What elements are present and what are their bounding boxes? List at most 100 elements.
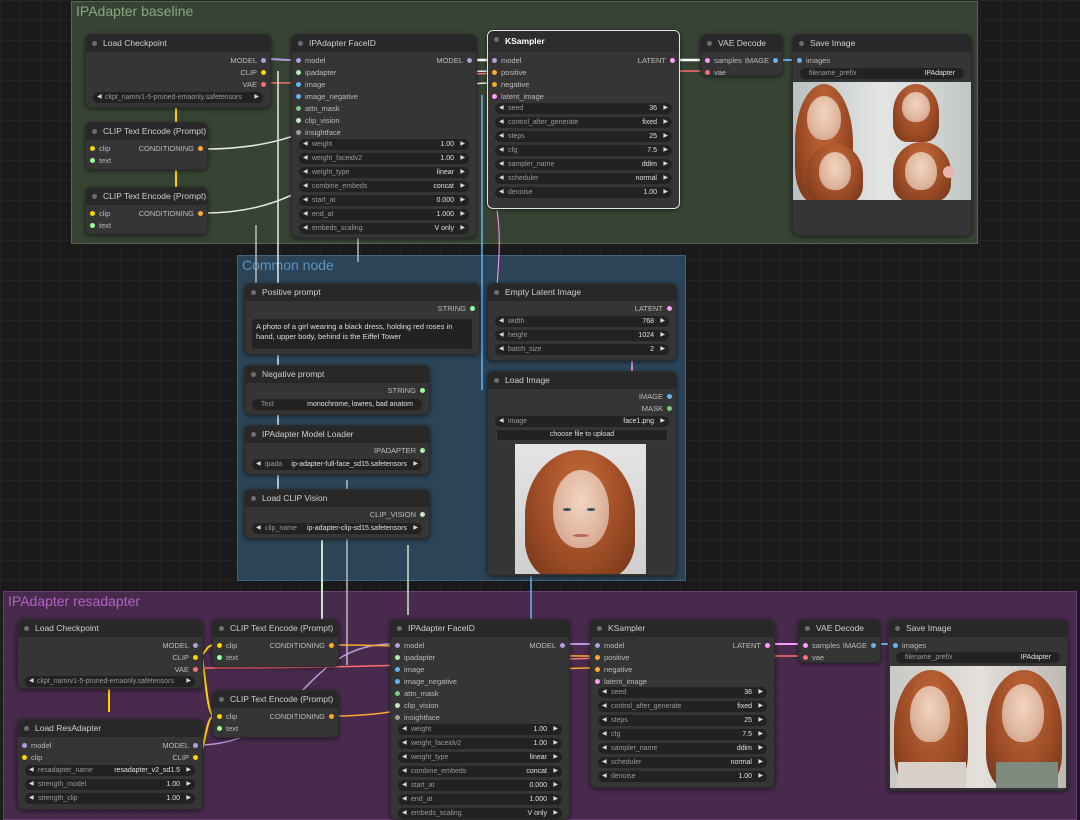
ipadapter-file-widget[interactable]: ◀ ipada ip-adapter-full-face_sd15.safetens… <box>252 459 422 470</box>
model-slot-icon[interactable] <box>560 642 565 648</box>
node-title[interactable]: CLIP Text Encode (Prompt) <box>86 123 207 140</box>
latent-slot-icon[interactable] <box>595 678 600 684</box>
widget-control-after-generate[interactable]: ◀ control_after_generate fixed ▶ <box>598 701 767 712</box>
input-text[interactable]: text <box>90 155 111 167</box>
input-insightface[interactable]: insightface <box>296 127 341 139</box>
input-insightface[interactable]: insightface <box>395 712 440 724</box>
arrow-right-icon[interactable]: ▶ <box>663 117 668 128</box>
node-ksampler[interactable]: KSampler model positive negative latent_… <box>590 619 775 788</box>
arrow-right-icon[interactable]: ▶ <box>254 92 259 103</box>
latent-slot-icon[interactable] <box>803 642 808 648</box>
image-slot-icon[interactable] <box>296 93 301 99</box>
input-clip[interactable]: clip <box>217 640 237 652</box>
mask-slot-icon[interactable] <box>296 105 301 111</box>
arrow-right-icon[interactable]: ▶ <box>663 145 668 156</box>
widget-weight-faceidv2[interactable]: ◀ weight_faceidv2 1.00 ▶ <box>398 738 562 749</box>
arrow-left-icon[interactable]: ◀ <box>602 701 607 712</box>
clip-name-widget[interactable]: ◀ clip_name ip-adapter-clip-sd15.safetenso… <box>252 523 422 534</box>
arrow-left-icon[interactable]: ◀ <box>303 209 308 220</box>
model-slot-icon[interactable] <box>193 642 198 648</box>
arrow-left-icon[interactable]: ◀ <box>256 523 261 534</box>
input-text[interactable]: text <box>217 652 238 664</box>
ckpt-name-widget[interactable]: ◀ ckpt_namrv1-5-pruned-emaonly.safetensor… <box>93 92 263 103</box>
vae-slot-icon[interactable] <box>261 81 266 87</box>
arrow-right-icon[interactable]: ▶ <box>758 771 763 782</box>
widget-weight[interactable]: ◀ weight 1.00 ▶ <box>398 724 562 735</box>
widget-strength-model[interactable]: ◀ strength_model 1.00 ▶ <box>25 779 195 790</box>
output-model[interactable]: MODEL <box>162 740 198 752</box>
arrow-right-icon[interactable]: ▶ <box>758 701 763 712</box>
arrow-left-icon[interactable]: ◀ <box>499 145 504 156</box>
arrow-left-icon[interactable]: ◀ <box>402 724 407 735</box>
model-slot-icon[interactable] <box>193 742 198 748</box>
arrow-right-icon[interactable]: ▶ <box>553 794 558 805</box>
arrow-left-icon[interactable]: ◀ <box>303 153 308 164</box>
arrow-right-icon[interactable]: ▶ <box>413 459 418 470</box>
input-ipadapter[interactable]: ipadapter <box>296 67 336 79</box>
image-slot-icon[interactable] <box>667 393 672 399</box>
clip-slot-icon[interactable] <box>217 713 222 719</box>
input-attn-mask[interactable]: attn_mask <box>296 103 340 115</box>
conditioning-slot-icon[interactable] <box>198 145 203 151</box>
arrow-left-icon[interactable]: ◀ <box>303 167 308 178</box>
widget-denoise[interactable]: ◀ denoise 1.00 ▶ <box>495 187 672 198</box>
mask-slot-icon[interactable] <box>395 690 400 696</box>
arrow-left-icon[interactable]: ◀ <box>402 794 407 805</box>
node-vae-decode[interactable]: VAE Decode samples vae IMAGE <box>700 34 783 76</box>
arrow-right-icon[interactable]: ▶ <box>660 316 665 327</box>
insightface-slot-icon[interactable] <box>296 129 301 135</box>
arrow-right-icon[interactable]: ▶ <box>553 808 558 819</box>
widget-embeds-scaling[interactable]: ◀ embeds_scaling V only ▶ <box>299 223 469 234</box>
arrow-right-icon[interactable]: ▶ <box>186 765 191 776</box>
input-clip-vision[interactable]: clip_vision <box>395 700 439 712</box>
arrow-right-icon[interactable]: ▶ <box>553 738 558 749</box>
string-slot-icon[interactable] <box>470 305 475 311</box>
arrow-left-icon[interactable]: ◀ <box>29 779 34 790</box>
input-samples[interactable]: samples <box>803 640 840 652</box>
node-clip-text-encode[interactable]: CLIP Text Encode (Prompt) clip text COND… <box>212 619 339 667</box>
input-clip[interactable]: clip <box>90 143 110 155</box>
arrow-left-icon[interactable]: ◀ <box>499 187 504 198</box>
node-title[interactable]: Load ResAdapter <box>18 720 202 737</box>
text-slot-icon[interactable] <box>217 654 222 660</box>
model-slot-icon[interactable] <box>467 57 472 63</box>
node-clip-text-encode[interactable]: CLIP Text Encode (Prompt) clip text COND… <box>85 122 208 170</box>
arrow-left-icon[interactable]: ◀ <box>303 139 308 150</box>
output-clip[interactable]: CLIP <box>172 652 198 664</box>
conditioning-slot-icon[interactable] <box>595 666 600 672</box>
arrow-right-icon[interactable]: ▶ <box>460 209 465 220</box>
latent-slot-icon[interactable] <box>765 642 770 648</box>
arrow-right-icon[interactable]: ▶ <box>553 752 558 763</box>
node-title[interactable]: Load Checkpoint <box>18 620 202 637</box>
output-model[interactable]: MODEL <box>230 55 266 67</box>
node-title[interactable]: VAE Decode <box>799 620 880 637</box>
arrow-left-icon[interactable]: ◀ <box>402 752 407 763</box>
input-model[interactable]: model <box>22 740 51 752</box>
widget-cfg[interactable]: ◀ cfg 7.5 ▶ <box>495 145 672 156</box>
widget-cfg[interactable]: ◀ cfg 7.5 ▶ <box>598 729 767 740</box>
arrow-right-icon[interactable]: ▶ <box>460 223 465 234</box>
node-positive-prompt[interactable]: Positive prompt STRING A photo of a girl… <box>244 283 480 355</box>
ckpt-name-widget[interactable]: ◀ ckpt_namrv1-5-pruned-emaonly.safetensor… <box>25 676 195 687</box>
node-title[interactable]: VAE Decode <box>701 35 782 52</box>
clip-vision-slot-icon[interactable] <box>296 117 301 123</box>
widget-seed[interactable]: ◀ seed 36 ▶ <box>598 687 767 698</box>
conditioning-slot-icon[interactable] <box>492 69 497 75</box>
input-clip[interactable]: clip <box>22 752 42 764</box>
filename-prefix-widget[interactable]: filename_prefix IPAdapter <box>800 68 964 79</box>
input-text[interactable]: text <box>90 220 111 232</box>
widget-control-after-generate[interactable]: ◀ control_after_generate fixed ▶ <box>495 117 672 128</box>
model-slot-icon[interactable] <box>296 57 301 63</box>
node-title[interactable]: Save Image <box>793 35 971 52</box>
node-empty-latent-image[interactable]: Empty Latent Image LATENT ◀ width 768 ▶ ◀ he… <box>487 283 677 361</box>
arrow-left-icon[interactable]: ◀ <box>499 103 504 114</box>
text-slot-icon[interactable] <box>90 157 95 163</box>
output-latent[interactable]: LATENT <box>733 640 770 652</box>
arrow-right-icon[interactable]: ▶ <box>663 103 668 114</box>
widget-strength-clip[interactable]: ◀ strength_clip 1.00 ▶ <box>25 793 195 804</box>
output-image-preview[interactable] <box>793 82 971 200</box>
clip-slot-icon[interactable] <box>22 754 27 760</box>
input-attn-mask[interactable]: attn_mask <box>395 688 439 700</box>
arrow-right-icon[interactable]: ▶ <box>553 766 558 777</box>
clip-slot-icon[interactable] <box>217 642 222 648</box>
